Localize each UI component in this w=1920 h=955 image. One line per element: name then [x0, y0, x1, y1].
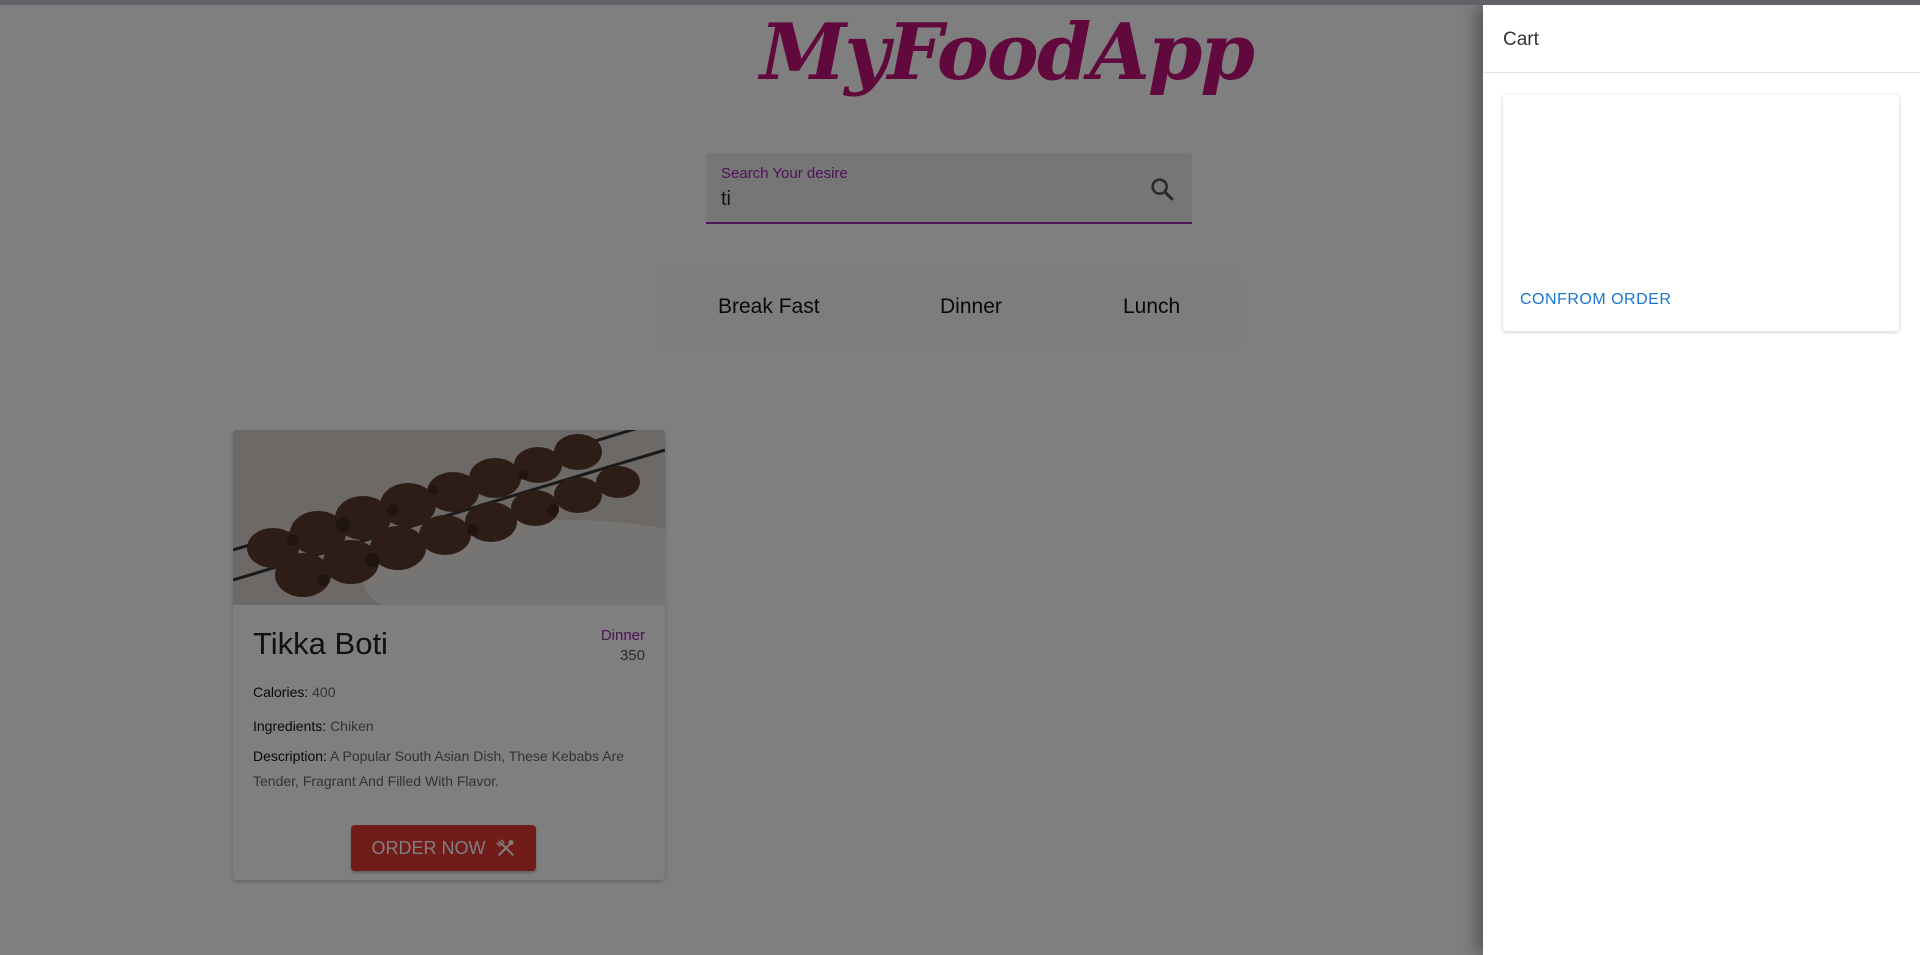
cart-title: Cart [1483, 5, 1920, 73]
cart-card: CONFROM ORDER [1503, 95, 1899, 331]
top-bar [0, 0, 1920, 5]
confirm-order-button[interactable]: CONFROM ORDER [1520, 291, 1671, 309]
cart-drawer: Cart CONFROM ORDER [1483, 5, 1920, 955]
